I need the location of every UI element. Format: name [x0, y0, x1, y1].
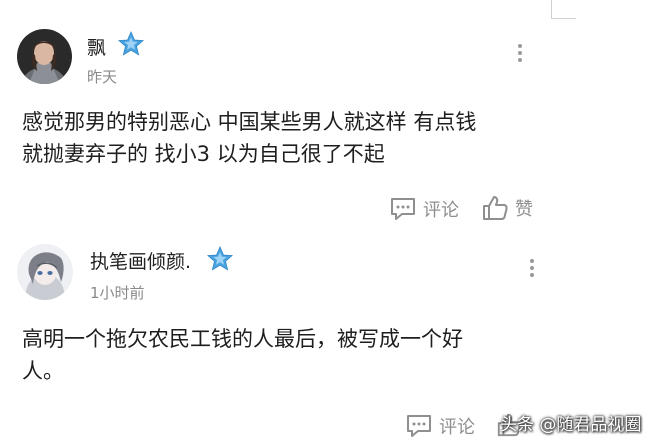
- comment-time: 1小时前: [90, 284, 145, 302]
- comment-button-label: 评论: [423, 200, 459, 221]
- comment-content-line: 感觉那男的特别恶心 中国某些男人就这样 有点钱: [22, 110, 477, 134]
- username[interactable]: 飘: [87, 33, 106, 60]
- avatar[interactable]: [17, 244, 73, 300]
- more-options-button[interactable]: [515, 42, 525, 64]
- comment-button[interactable]: 评论: [389, 196, 459, 222]
- comment-button-label: 评论: [439, 417, 475, 438]
- thumbs-up-icon: [483, 196, 508, 220]
- comment-icon: [407, 415, 431, 437]
- comment-time: 昨天: [87, 68, 118, 86]
- comment-button[interactable]: 评论: [405, 413, 475, 439]
- more-vertical-icon: [515, 44, 525, 62]
- username[interactable]: 执笔画倾颜.: [90, 247, 191, 274]
- comment-content: 高明一个拖欠农民工钱的人最后，被写成一个好 人。: [22, 323, 463, 387]
- comment-content-line: 高明一个拖欠农民工钱的人最后，被写成一个好: [22, 327, 463, 351]
- verified-star-badge-icon: [207, 246, 233, 271]
- more-vertical-icon: [527, 259, 537, 277]
- like-button-label: 赞: [515, 199, 533, 220]
- like-button[interactable]: 赞: [481, 194, 533, 222]
- corner-divider-vertical: [551, 0, 552, 18]
- comment-content: 感觉那男的特别恶心 中国某些男人就这样 有点钱 就抛妻弃子的 找小3 以为自己很…: [22, 106, 476, 170]
- corner-divider-horizontal: [551, 18, 576, 19]
- comment-content-line: 人。: [22, 359, 64, 383]
- comment-content-line: 就抛妻弃子的 找小3 以为自己很了不起: [22, 142, 385, 166]
- comment-icon: [391, 198, 415, 220]
- avatar[interactable]: [17, 29, 72, 84]
- verified-star-badge-icon: [118, 31, 144, 56]
- watermark: 头条 @随君品视圈: [500, 415, 642, 435]
- more-options-button[interactable]: [527, 257, 537, 279]
